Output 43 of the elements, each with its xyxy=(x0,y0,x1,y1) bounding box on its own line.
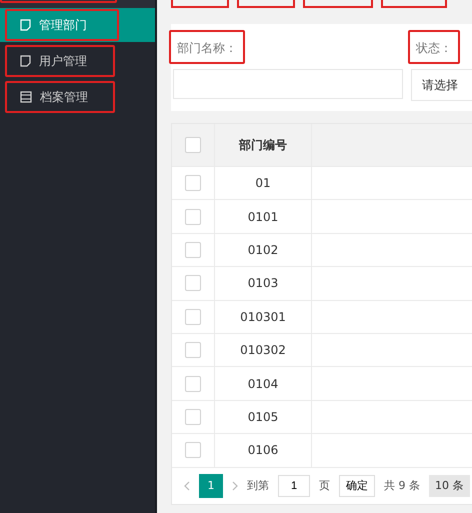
field-label: 状态： xyxy=(412,36,456,61)
sidebar-item[interactable]: 档案管理 xyxy=(0,80,155,114)
row-checkbox[interactable] xyxy=(185,208,201,225)
select-all-checkbox[interactable] xyxy=(185,137,201,153)
table-cell: 010302 xyxy=(215,334,312,366)
annotation-box xyxy=(237,0,295,8)
table-cell: 0104 xyxy=(215,367,312,400)
column-header: 部门编号 xyxy=(215,124,312,166)
table-cell: 0105 xyxy=(215,400,312,434)
annotation-box xyxy=(171,0,229,8)
row-checkbox[interactable] xyxy=(185,376,201,392)
field-label: 部门名称： xyxy=(173,36,241,61)
row-checkbox[interactable] xyxy=(185,242,201,258)
previous-icon[interactable] xyxy=(184,480,190,491)
annotation-box xyxy=(381,0,447,8)
sidebar-item[interactable]: 用户管理 xyxy=(0,44,155,78)
table-cell: 0102 xyxy=(215,234,312,266)
page-unit: 页 xyxy=(319,478,330,494)
document-icon xyxy=(20,55,31,67)
archive-icon xyxy=(20,91,32,103)
table-cell: 0103 xyxy=(215,267,312,300)
row-checkbox[interactable] xyxy=(185,442,201,458)
table-cell: 0101 xyxy=(215,200,312,233)
row-checkbox[interactable] xyxy=(185,308,201,325)
sidebar-item[interactable]: 管理部门 xyxy=(0,8,155,42)
confirm-button[interactable]: 确定 xyxy=(339,474,375,497)
page-button[interactable]: 1 xyxy=(199,474,223,498)
row-checkbox[interactable] xyxy=(185,342,201,358)
table-cell: 0106 xyxy=(215,434,312,467)
row-checkbox[interactable] xyxy=(185,175,201,192)
page-size-select[interactable]: 10 条 xyxy=(429,474,470,497)
status-select[interactable]: 请选择 xyxy=(411,69,472,101)
next-icon[interactable] xyxy=(232,480,238,491)
page-input[interactable]: 1 xyxy=(278,474,310,497)
table-cell: 01 xyxy=(215,167,312,200)
table-cell: 010301 xyxy=(215,300,312,333)
annotation-box xyxy=(303,0,373,8)
document-icon xyxy=(20,19,31,31)
goto-label: 到第 xyxy=(247,478,269,494)
name-input[interactable] xyxy=(173,69,403,99)
row-checkbox[interactable] xyxy=(185,275,201,292)
row-checkbox[interactable] xyxy=(185,408,201,425)
total-count: 共 9 条 xyxy=(384,478,420,494)
